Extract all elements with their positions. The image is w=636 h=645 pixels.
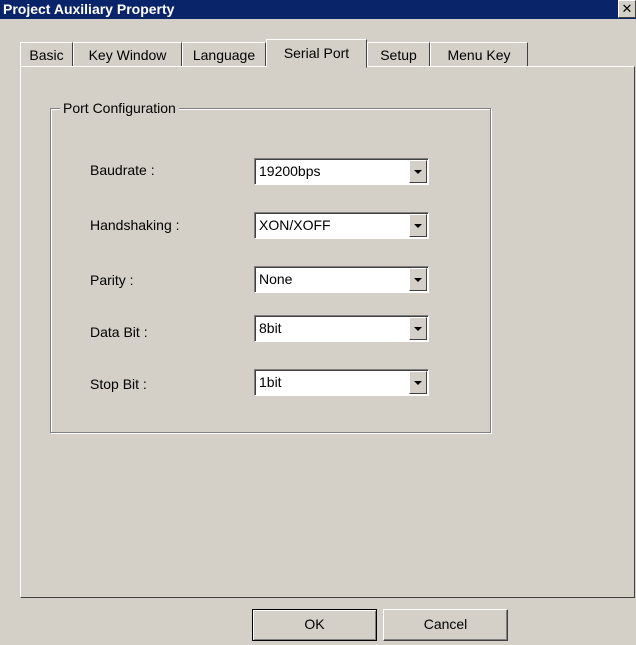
tab-label: Language — [192, 47, 256, 63]
tab-language[interactable]: Language — [182, 42, 266, 67]
project-auxiliary-property-dialog: Project Auxiliary Property ✕ Basic Key W… — [0, 0, 636, 645]
parity-select[interactable]: None — [254, 266, 429, 293]
chevron-down-icon — [414, 381, 422, 385]
close-icon: ✕ — [621, 1, 633, 16]
chevron-down-icon — [414, 327, 422, 331]
handshaking-value: XON/XOFF — [259, 217, 331, 233]
stop-bit-select[interactable]: 1bit — [254, 369, 429, 396]
baudrate-dropdown-button[interactable] — [409, 160, 427, 183]
group-title: Port Configuration — [60, 100, 179, 116]
data-bit-dropdown-button[interactable] — [409, 317, 427, 340]
tab-label: Key Window — [88, 47, 167, 63]
handshaking-label: Handshaking : — [90, 217, 180, 233]
tab-label: Setup — [380, 47, 417, 63]
tab-label: Basic — [29, 47, 64, 63]
tab-label: Serial Port — [283, 45, 350, 61]
parity-label: Parity : — [90, 272, 134, 288]
data-bit-value: 8bit — [259, 320, 282, 336]
close-button[interactable]: ✕ — [618, 0, 636, 18]
chevron-down-icon — [414, 170, 422, 174]
stop-bit-dropdown-button[interactable] — [409, 371, 427, 394]
baudrate-value: 19200bps — [259, 163, 321, 179]
baudrate-label: Baudrate : — [90, 162, 155, 178]
tab-key-window[interactable]: Key Window — [73, 42, 182, 67]
stop-bit-label: Stop Bit : — [90, 376, 147, 392]
cancel-button[interactable]: Cancel — [383, 609, 508, 641]
title-bar[interactable]: Project Auxiliary Property ✕ — [0, 0, 636, 19]
parity-value: None — [259, 271, 293, 287]
parity-dropdown-button[interactable] — [409, 268, 427, 291]
tab-label: Menu Key — [447, 47, 511, 63]
data-bit-select[interactable]: 8bit — [254, 315, 429, 342]
handshaking-dropdown-button[interactable] — [409, 214, 427, 237]
tab-setup[interactable]: Setup — [367, 42, 430, 67]
tab-basic[interactable]: Basic — [20, 42, 73, 67]
stop-bit-value: 1bit — [259, 374, 282, 390]
tab-serial-port[interactable]: Serial Port — [266, 39, 367, 68]
chevron-down-icon — [414, 278, 422, 282]
baudrate-select[interactable]: 19200bps — [254, 158, 429, 185]
window-title: Project Auxiliary Property — [3, 1, 175, 17]
data-bit-label: Data Bit : — [90, 324, 148, 340]
ok-button[interactable]: OK — [252, 609, 377, 641]
chevron-down-icon — [414, 224, 422, 228]
handshaking-select[interactable]: XON/XOFF — [254, 212, 429, 239]
tab-menu-key[interactable]: Menu Key — [430, 42, 528, 67]
